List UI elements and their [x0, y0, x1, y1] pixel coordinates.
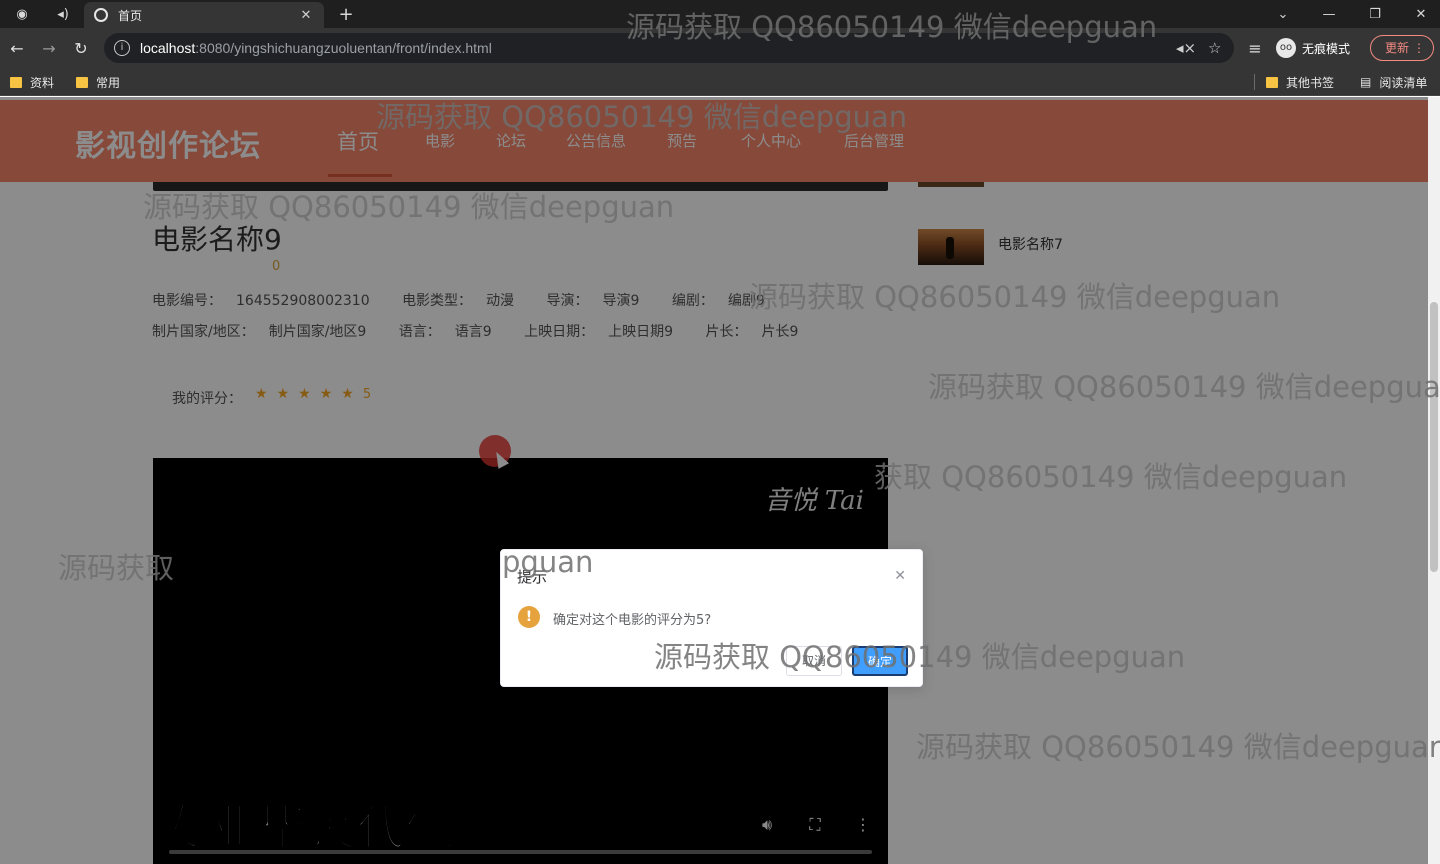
forward-icon[interactable]: → — [38, 38, 60, 60]
bookmark-folder-ziliao[interactable]: 资料 — [10, 73, 54, 91]
bookmark-star-icon[interactable]: ☆ — [1208, 39, 1221, 57]
minimize-icon[interactable]: — — [1318, 0, 1340, 28]
warning-icon: ! — [518, 606, 540, 628]
modal-overlay[interactable] — [0, 97, 1428, 864]
bookmark-label: 资料 — [30, 75, 55, 90]
reading-list-label: 阅读清单 — [1379, 75, 1428, 90]
site-info-icon[interactable]: i — [114, 40, 130, 56]
folder-icon — [76, 76, 88, 88]
reading-list-icon: ▤ — [1360, 75, 1372, 89]
other-bookmarks-label: 其他书签 — [1286, 75, 1335, 90]
incognito-label: 无痕模式 — [1302, 41, 1351, 56]
browser-tab-strip: ◉ ◂) 首页 ✕ + ⌄ — ❐ ✕ — [0, 0, 1440, 28]
folder-icon — [1266, 76, 1278, 88]
cancel-button[interactable]: 取消 — [786, 646, 842, 676]
tab-title: 首页 — [118, 8, 143, 23]
bookmark-label: 常用 — [96, 75, 121, 90]
folder-icon — [10, 76, 22, 88]
confirm-dialog: 提示 ✕ ! 确定对这个电影的评分为5? 取消 确定 — [500, 549, 923, 687]
dialog-title: 提示 — [517, 568, 548, 586]
browser-menu-icon[interactable]: ◉ — [10, 0, 34, 28]
back-icon[interactable]: ← — [6, 38, 28, 60]
new-tab-icon[interactable]: + — [334, 0, 358, 28]
scrollbar-thumb[interactable] — [1430, 302, 1438, 572]
address-bar[interactable]: i localhost:8080/yingshichuangzuoluentan… — [104, 33, 1234, 63]
tab-close-icon[interactable]: ✕ — [296, 8, 316, 23]
dialog-message: 确定对这个电影的评分为5? — [553, 613, 712, 628]
browser-tab[interactable]: 首页 ✕ — [84, 2, 324, 28]
bookmarks-bar: 资料 常用 其他书签 ▤ 阅读清单 — [0, 68, 1440, 96]
bookmark-separator — [1254, 74, 1255, 90]
page-scrollbar[interactable] — [1428, 97, 1440, 864]
incognito-icon: oo — [1276, 38, 1296, 58]
reading-mode-icon[interactable]: ≡ — [1244, 38, 1266, 60]
bookmark-folder-changyong[interactable]: 常用 — [76, 73, 120, 91]
globe-icon — [94, 8, 108, 22]
reading-list[interactable]: ▤ 阅读清单 — [1360, 73, 1427, 91]
dialog-close-icon[interactable]: ✕ — [894, 568, 906, 584]
incognito-indicator[interactable]: oo 无痕模式 — [1276, 35, 1350, 61]
update-label: 更新 — [1385, 41, 1410, 55]
tab-audio-icon[interactable]: ◂) — [52, 0, 74, 28]
more-menu-icon[interactable]: ⋮ — [1413, 36, 1425, 60]
sound-muted-icon[interactable]: ◂× — [1176, 39, 1196, 57]
browser-toolbar: ← → ↻ i localhost:8080/yingshichuangzuol… — [0, 28, 1440, 68]
restore-icon[interactable]: ❐ — [1364, 0, 1386, 28]
window-close-icon[interactable]: ✕ — [1410, 0, 1432, 28]
url-text: localhost:8080/yingshichuangzuoluentan/f… — [140, 40, 492, 56]
reload-icon[interactable]: ↻ — [70, 38, 92, 60]
update-button[interactable]: 更新 ⋮ — [1370, 35, 1434, 61]
tab-search-icon[interactable]: ⌄ — [1272, 0, 1294, 28]
confirm-button[interactable]: 确定 — [852, 646, 908, 676]
other-bookmarks[interactable]: 其他书签 — [1266, 73, 1334, 91]
